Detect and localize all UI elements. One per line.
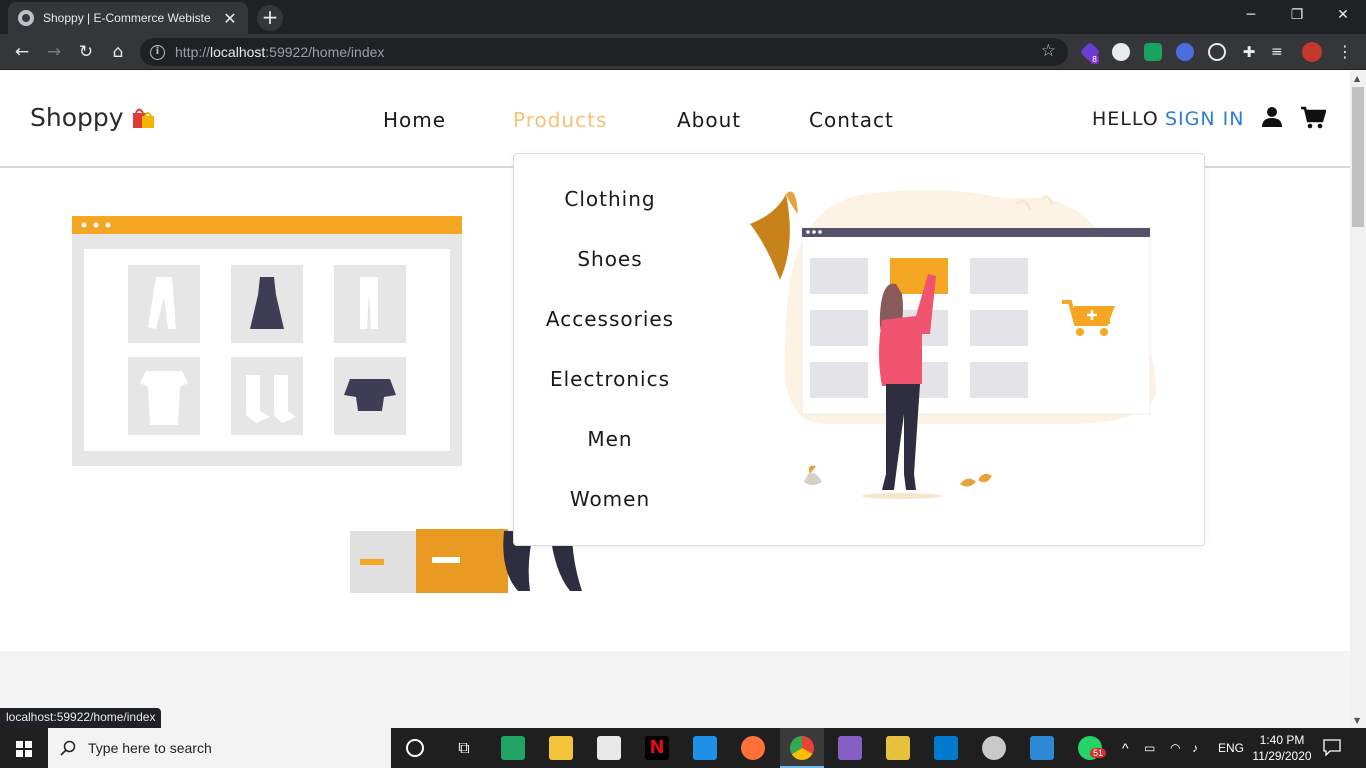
- nav-products[interactable]: Products: [513, 108, 607, 132]
- puzzle-icon[interactable]: ✚: [1240, 43, 1258, 61]
- file-explorer-icon[interactable]: [549, 736, 573, 760]
- search-icon: [60, 740, 76, 756]
- globe-icon: [18, 10, 34, 26]
- clock[interactable]: 1:40 PM 11/29/2020: [1250, 732, 1314, 764]
- new-tab-button[interactable]: +: [257, 5, 283, 31]
- photos-icon[interactable]: [1030, 736, 1054, 760]
- task-view-icon[interactable]: ⧉: [452, 736, 476, 760]
- dropdown-item-clothing[interactable]: Clothing: [514, 187, 706, 211]
- search-placeholder: Type here to search: [88, 740, 212, 756]
- nav-contact[interactable]: Contact: [809, 108, 894, 132]
- clock-date: 11/29/2020: [1252, 749, 1312, 763]
- bookmark-star-icon[interactable]: ☆: [1041, 41, 1056, 61]
- notes-app-icon[interactable]: [886, 736, 910, 760]
- dropdown-item-shoes[interactable]: Shoes: [514, 247, 706, 271]
- link-status-tooltip: localhost:59922/home/index: [0, 708, 162, 728]
- extension-icon[interactable]: [1112, 43, 1130, 61]
- brand-name: Shoppy: [30, 103, 124, 132]
- browser-tab[interactable]: Shoppy | E-Commerce Webiste ✕: [8, 2, 248, 34]
- nav-about[interactable]: About: [677, 108, 741, 132]
- forward-icon[interactable]: →: [42, 40, 66, 64]
- cortana-icon[interactable]: [406, 739, 424, 757]
- cart-icon[interactable]: [1300, 106, 1326, 130]
- paint-icon[interactable]: [982, 736, 1006, 760]
- products-dropdown-menu: Clothing Shoes Accessories Electronics M…: [513, 153, 1205, 546]
- nav-home[interactable]: Home: [383, 108, 446, 132]
- shopping-bag-icon: [132, 108, 154, 128]
- web-page: Shoppy Home Products About Contact HELLO…: [0, 71, 1350, 728]
- shopping-illustration: [750, 190, 1156, 499]
- minimize-icon[interactable]: ─: [1228, 0, 1274, 32]
- store-icon[interactable]: [597, 736, 621, 760]
- reload-icon[interactable]: ↻: [74, 40, 98, 64]
- sign-in-link[interactable]: SIGN IN: [1165, 108, 1244, 130]
- sheets-app-icon[interactable]: [501, 736, 525, 760]
- info-icon[interactable]: i: [150, 44, 165, 60]
- media-icon[interactable]: ≡: [1271, 43, 1289, 61]
- netflix-icon[interactable]: N: [645, 736, 669, 760]
- url-text: http://localhost:59922/home/index: [175, 44, 385, 60]
- scrollbar-thumb[interactable]: [1352, 87, 1364, 227]
- battery-icon[interactable]: ▭: [1144, 728, 1155, 768]
- visual-studio-icon[interactable]: [838, 736, 862, 760]
- address-bar[interactable]: i http://localhost:59922/home/index ☆: [140, 38, 1068, 66]
- show-hidden-icons[interactable]: ^: [1122, 728, 1129, 768]
- brand-logo[interactable]: Shoppy: [30, 103, 158, 132]
- volume-icon[interactable]: ♪: [1192, 728, 1198, 768]
- mail-icon[interactable]: [693, 736, 717, 760]
- browser-tab-bar: Shoppy | E-Commerce Webiste ✕ + ─ ❐ ✕: [0, 0, 1366, 34]
- scroll-down-icon[interactable]: ▼: [1354, 716, 1360, 725]
- user-icon[interactable]: [1261, 106, 1283, 128]
- dropdown-item-accessories[interactable]: Accessories: [514, 307, 706, 331]
- hello-text: HELLO: [1092, 108, 1159, 130]
- notification-icon[interactable]: [1322, 738, 1342, 756]
- taskbar-search[interactable]: Type here to search: [48, 728, 391, 768]
- browser-toolbar: ← → ↻ ⌂ i http://localhost:59922/home/in…: [0, 34, 1366, 70]
- clock-time: 1:40 PM: [1259, 733, 1305, 747]
- whatsapp-badge: 51: [1090, 748, 1107, 758]
- menu-icon[interactable]: ⋮: [1336, 43, 1354, 61]
- dropdown-item-women[interactable]: Women: [514, 487, 706, 511]
- wifi-icon[interactable]: ◠: [1170, 728, 1180, 768]
- chrome-icon[interactable]: [790, 736, 814, 760]
- windows-taskbar: Type here to search ⧉ N 51 ^ ▭ ◠ ♪ ENG 1…: [0, 728, 1366, 768]
- back-icon[interactable]: ←: [10, 40, 34, 64]
- close-tab-icon[interactable]: ✕: [222, 9, 238, 28]
- dropdown-item-electronics[interactable]: Electronics: [514, 367, 706, 391]
- section-background: [0, 651, 1350, 728]
- home-icon[interactable]: ⌂: [106, 40, 130, 64]
- extension-icon[interactable]: [1176, 43, 1194, 61]
- extension-icon[interactable]: [1144, 43, 1162, 61]
- firefox-icon[interactable]: [741, 736, 765, 760]
- profile-avatar[interactable]: [1302, 42, 1322, 62]
- restore-icon[interactable]: ❐: [1274, 0, 1320, 32]
- language-indicator[interactable]: ENG: [1218, 728, 1244, 768]
- react-devtools-icon[interactable]: [1208, 43, 1226, 61]
- dropdown-item-men[interactable]: Men: [514, 427, 706, 451]
- vscode-icon[interactable]: [934, 736, 958, 760]
- extension-badge: 8: [1090, 55, 1100, 64]
- windows-start-icon[interactable]: [0, 728, 48, 768]
- scroll-up-icon[interactable]: ▲: [1354, 74, 1360, 83]
- tab-title: Shoppy | E-Commerce Webiste: [43, 11, 211, 25]
- page-scrollbar[interactable]: ▲ ▼: [1350, 71, 1366, 728]
- window-close-icon[interactable]: ✕: [1320, 0, 1366, 32]
